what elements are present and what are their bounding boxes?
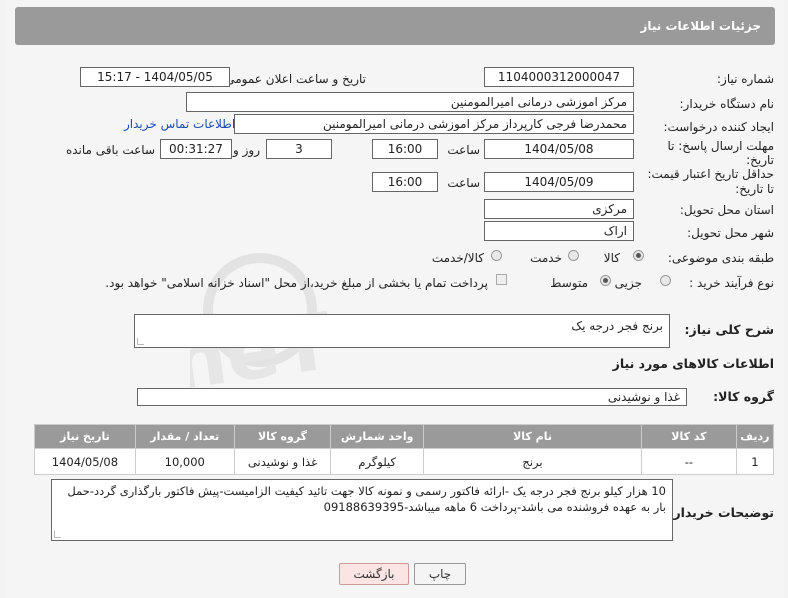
- category-option-service: خدمت: [530, 251, 562, 265]
- cell-unit: کیلوگرم: [330, 448, 424, 475]
- deadline-label-2: تاریخ:: [746, 153, 774, 167]
- col-header-unit: واحد شمارش: [330, 424, 424, 449]
- cell-name: برنج: [422, 448, 643, 475]
- process-option-medium: متوسط: [550, 276, 588, 290]
- table-row: 1 -- برنج کیلوگرم غذا و نوشیدنی 10,000 1…: [34, 448, 775, 475]
- city-label: شهر محل تحویل:: [687, 226, 774, 240]
- buyer-org-field: مرکز اموزشی درمانی امیرالمومنین: [186, 92, 634, 112]
- province-label: استان محل تحویل:: [679, 203, 774, 217]
- city-field: اراک: [484, 221, 634, 241]
- process-label: نوع فرآیند خرید :: [689, 276, 774, 290]
- price-valid-date-field: 1404/05/09: [484, 172, 634, 192]
- need-number-label: شماره نیاز:: [717, 72, 774, 86]
- process-radio-minor[interactable]: [660, 275, 671, 286]
- category-option-both: کالا/خدمت: [431, 251, 484, 265]
- remaining-time-label: ساعت باقی مانده: [65, 143, 155, 157]
- price-valid-label: حداقل تاریخ اعتبار قیمت:: [647, 167, 774, 181]
- print-button[interactable]: چاپ: [414, 563, 466, 585]
- resize-grip-icon[interactable]: [137, 338, 144, 345]
- summary-text: برنج فجر درجه یک: [571, 319, 663, 333]
- page-title: جزئیات اطلاعات نیاز: [640, 19, 761, 33]
- treasury-checkbox[interactable]: [496, 274, 507, 285]
- requester-label: ایجاد کننده درخواست:: [663, 120, 774, 134]
- col-header-quantity: تعداد / مقدار: [134, 424, 235, 449]
- announce-field: 1404/05/05 - 15:17: [80, 67, 230, 87]
- price-valid-label-2: تا تاریخ:: [735, 182, 774, 196]
- cell-date: 1404/05/08: [34, 448, 136, 475]
- price-valid-time-field: 16:00: [372, 172, 438, 192]
- goods-table: ردیف کد کالا نام کالا واحد شمارش گروه کا…: [34, 424, 775, 475]
- buyer-notes-label: توضیحات خریدار:: [668, 505, 774, 520]
- province-field: مرکزی: [484, 199, 634, 219]
- goods-group-field: غذا و نوشیدنی: [137, 388, 687, 406]
- cell-row-number: 1: [735, 448, 775, 475]
- deadline-date-field: 1404/05/08: [484, 139, 634, 159]
- col-header-code: کد کالا: [641, 424, 737, 449]
- days-field: 3: [266, 139, 332, 159]
- cell-code: --: [641, 448, 737, 475]
- buyer-notes-field: 10 هزار کیلو برنج فجر درجه یک -ارائه فاک…: [51, 479, 673, 541]
- process-radio-medium[interactable]: [600, 275, 611, 286]
- cell-group: غذا و نوشیدنی: [233, 448, 332, 475]
- remaining-time-field: 00:31:27: [160, 139, 232, 159]
- page-header: جزئیات اطلاعات نیاز: [15, 7, 775, 45]
- cell-quantity: 10,000: [134, 448, 235, 475]
- category-radio-both[interactable]: [491, 250, 502, 261]
- table-header-row: ردیف کد کالا نام کالا واحد شمارش گروه کا…: [34, 424, 775, 449]
- summary-field: برنج فجر درجه یک: [134, 314, 670, 348]
- category-label: طبقه بندی موضوعی:: [667, 251, 774, 265]
- announce-label: تاریخ و ساعت اعلان عمومی:: [221, 72, 366, 86]
- deadline-time-field: 16:00: [372, 139, 438, 159]
- category-radio-service[interactable]: [568, 250, 579, 261]
- payment-note: پرداخت تمام یا بخشی از مبلغ خرید،از محل …: [105, 276, 488, 290]
- buyer-notes-line-2: بار به عهده فروشنده می باشد-پرداخت 6 ماه…: [323, 500, 666, 514]
- price-valid-time-label: ساعت: [447, 176, 480, 190]
- deadline-label: مهلت ارسال پاسخ: تا: [667, 139, 774, 153]
- summary-label: شرح کلی نیاز:: [684, 322, 774, 337]
- col-header-group: گروه کالا: [233, 424, 332, 449]
- need-number-field: 1104000312000047: [484, 67, 634, 87]
- deadline-time-label: ساعت: [447, 143, 480, 157]
- requester-field: محمدرضا فرجی کارپرداز مرکز اموزشی درمانی…: [234, 114, 634, 134]
- buyer-notes-line-1: 10 هزار کیلو برنج فجر درجه یک -ارائه فاک…: [67, 484, 666, 498]
- goods-group-label: گروه کالا:: [713, 389, 774, 404]
- col-header-name: نام کالا: [422, 424, 643, 449]
- goods-section-title: اطلاعات کالاهای مورد نیاز: [612, 356, 774, 371]
- contact-info-link[interactable]: اطلاعات تماس خریدار: [124, 117, 235, 131]
- process-option-minor: جزیی: [614, 276, 642, 290]
- days-label: روز و: [233, 143, 260, 157]
- category-option-goods: کالا: [603, 251, 620, 265]
- col-header-row-number: ردیف: [735, 424, 775, 449]
- category-radio-goods[interactable]: [633, 250, 644, 261]
- buyer-org-label: نام دستگاه خریدار:: [679, 97, 775, 111]
- resize-grip-icon[interactable]: [54, 531, 61, 538]
- col-header-date: تاریخ نیاز: [34, 424, 136, 449]
- back-button[interactable]: بازگشت: [339, 563, 409, 585]
